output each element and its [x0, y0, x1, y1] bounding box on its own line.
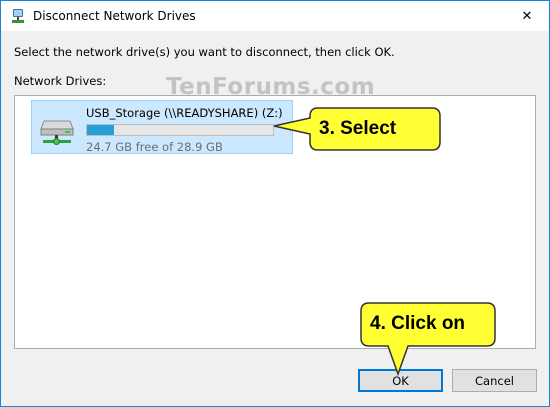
annotation-overlay — [273, 107, 496, 377]
select-callout-text: 3. Select — [319, 118, 397, 139]
click-callout-text: 4. Click on — [370, 313, 466, 334]
